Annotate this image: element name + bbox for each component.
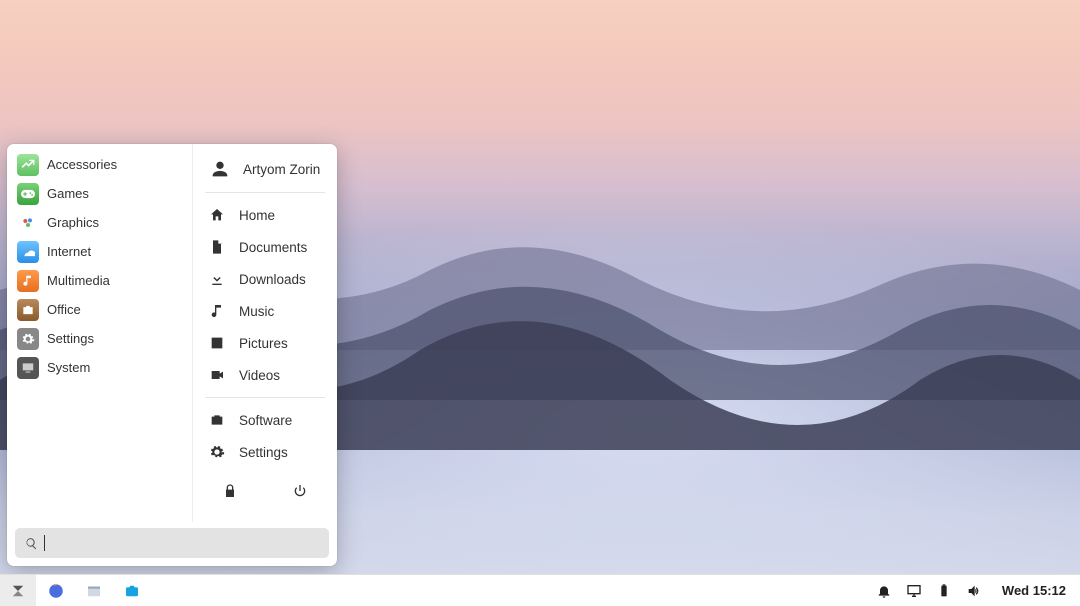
- software-icon: [209, 412, 225, 428]
- place-home[interactable]: Home: [193, 199, 337, 231]
- download-icon: [209, 271, 225, 287]
- category-label: Office: [47, 302, 81, 317]
- place-label: Documents: [239, 240, 307, 255]
- categories-pane: Accessories Games Graphics Internet: [7, 144, 192, 522]
- user-row[interactable]: Artyom Zorin: [193, 150, 337, 186]
- place-label: Music: [239, 304, 274, 319]
- accessories-icon: [17, 154, 39, 176]
- start-menu: Accessories Games Graphics Internet: [7, 144, 337, 566]
- music-icon: [209, 303, 225, 319]
- lock-icon: [222, 483, 238, 499]
- divider: [205, 192, 325, 193]
- power-button[interactable]: [287, 478, 313, 504]
- launcher-files[interactable]: [76, 575, 112, 606]
- search-box[interactable]: [15, 528, 329, 558]
- videos-icon: [209, 367, 225, 383]
- internet-icon: [17, 241, 39, 263]
- user-icon: [209, 158, 231, 180]
- category-label: System: [47, 360, 90, 375]
- pictures-icon: [209, 335, 225, 351]
- category-graphics[interactable]: Graphics: [7, 208, 192, 237]
- office-icon: [17, 299, 39, 321]
- games-icon: [17, 183, 39, 205]
- taskbar-launchers: [0, 575, 150, 606]
- place-downloads[interactable]: Downloads: [193, 263, 337, 295]
- category-label: Settings: [47, 331, 94, 346]
- category-label: Internet: [47, 244, 91, 259]
- place-music[interactable]: Music: [193, 295, 337, 327]
- system-icon: [17, 357, 39, 379]
- category-label: Graphics: [47, 215, 99, 230]
- clock[interactable]: Wed 15:12: [996, 583, 1072, 598]
- category-label: Accessories: [47, 157, 117, 172]
- category-multimedia[interactable]: Multimedia: [7, 266, 192, 295]
- home-icon: [209, 207, 225, 223]
- place-label: Downloads: [239, 272, 306, 287]
- display-icon[interactable]: [906, 583, 922, 599]
- place-label: Pictures: [239, 336, 288, 351]
- category-internet[interactable]: Internet: [7, 237, 192, 266]
- category-games[interactable]: Games: [7, 179, 192, 208]
- link-software[interactable]: Software: [193, 404, 337, 436]
- category-office[interactable]: Office: [7, 295, 192, 324]
- lock-button[interactable]: [217, 478, 243, 504]
- files-icon: [85, 582, 103, 600]
- power-icon: [292, 483, 308, 499]
- gear-icon: [209, 444, 225, 460]
- category-label: Multimedia: [47, 273, 110, 288]
- places-pane: Artyom Zorin Home Documents Downloads Mu…: [192, 144, 337, 522]
- graphics-icon: [17, 212, 39, 234]
- category-system[interactable]: System: [7, 353, 192, 382]
- battery-icon[interactable]: [936, 583, 952, 599]
- link-label: Settings: [239, 445, 288, 460]
- link-label: Software: [239, 413, 292, 428]
- zorin-logo-icon: [9, 582, 27, 600]
- place-label: Videos: [239, 368, 280, 383]
- divider: [205, 397, 325, 398]
- taskbar: Wed 15:12: [0, 574, 1080, 606]
- firefox-icon: [47, 582, 65, 600]
- search-input[interactable]: [51, 536, 319, 551]
- place-pictures[interactable]: Pictures: [193, 327, 337, 359]
- start-button[interactable]: [0, 575, 36, 606]
- settings-icon: [17, 328, 39, 350]
- launcher-firefox[interactable]: [38, 575, 74, 606]
- multimedia-icon: [17, 270, 39, 292]
- category-label: Games: [47, 186, 89, 201]
- session-row: [193, 468, 337, 516]
- bell-icon[interactable]: [876, 583, 892, 599]
- search-icon: [25, 537, 38, 550]
- category-settings[interactable]: Settings: [7, 324, 192, 353]
- document-icon: [209, 239, 225, 255]
- place-label: Home: [239, 208, 275, 223]
- search-row: [7, 522, 337, 566]
- volume-icon[interactable]: [966, 583, 982, 599]
- software-store-icon: [123, 582, 141, 600]
- launcher-software[interactable]: [114, 575, 150, 606]
- text-cursor: [44, 535, 45, 551]
- place-documents[interactable]: Documents: [193, 231, 337, 263]
- taskbar-tray: Wed 15:12: [876, 583, 1072, 599]
- place-videos[interactable]: Videos: [193, 359, 337, 391]
- category-accessories[interactable]: Accessories: [7, 150, 192, 179]
- link-settings[interactable]: Settings: [193, 436, 337, 468]
- user-name: Artyom Zorin: [243, 162, 320, 177]
